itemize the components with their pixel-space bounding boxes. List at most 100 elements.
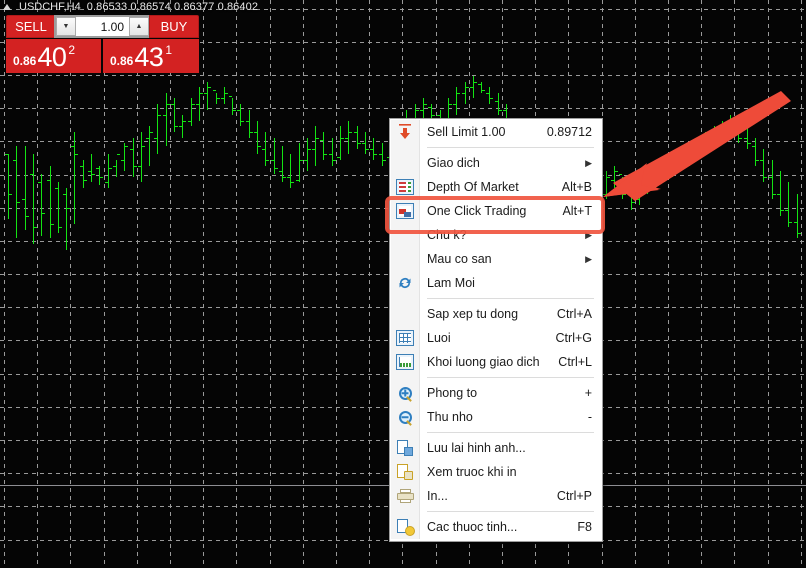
menu-item-lam-moi[interactable]: Lam Moi bbox=[390, 271, 602, 295]
volume-increment-button[interactable]: ▲ bbox=[129, 17, 149, 36]
ohlc-bar bbox=[473, 76, 474, 99]
menu-item-phong-to[interactable]: Phong to + bbox=[390, 381, 602, 405]
ohlc-bar bbox=[66, 188, 67, 250]
ohlc-open-tick bbox=[296, 179, 299, 181]
grid-line-vertical bbox=[369, 0, 370, 568]
menu-item-mau-co-san[interactable]: Mau co san ▶ bbox=[390, 247, 602, 271]
ohlc-close-tick bbox=[715, 132, 718, 133]
menu-item-khoi-luong-giao-dich[interactable]: Khoi luong giao dich Ctrl+L bbox=[390, 350, 602, 374]
chart-ohlc-values: 0.86533 0.86574 0.86377 0.86402 bbox=[86, 1, 259, 13]
ohlc-bar bbox=[182, 115, 183, 138]
print-preview-icon bbox=[395, 463, 415, 481]
menu-item-xem-truoc-khi-in[interactable]: Xem truoc khi in bbox=[390, 460, 602, 484]
menu-item-sap-xep-tu-dong[interactable]: Sap xep tu dong Ctrl+A bbox=[390, 302, 602, 326]
menu-item-label: Lam Moi bbox=[427, 276, 475, 290]
ohlc-bar bbox=[697, 137, 698, 160]
ohlc-bar bbox=[498, 92, 499, 116]
ohlc-bar bbox=[99, 165, 100, 186]
ohlc-open-tick bbox=[428, 106, 431, 108]
one-click-trading-panel[interactable]: SELL ▼ 1.00 ▲ BUY 0.86 40 2 0.86 43 1 bbox=[6, 15, 199, 73]
grid-line-vertical bbox=[236, 0, 237, 568]
ohlc-close-tick bbox=[424, 104, 427, 105]
buy-price-display[interactable]: 0.86 43 1 bbox=[103, 39, 199, 73]
menu-item-list: Sell Limit 1.00 0.89712 Giao dich ▶ Depth Of… bbox=[390, 120, 602, 539]
ohlc-close-tick bbox=[383, 160, 386, 161]
ohlc-close-tick bbox=[283, 176, 286, 178]
menu-item-shortcut: F8 bbox=[577, 520, 592, 534]
ohlc-bar bbox=[332, 137, 333, 166]
ohlc-open-tick bbox=[777, 193, 780, 195]
grid-line-vertical bbox=[37, 0, 38, 568]
ohlc-open-tick bbox=[362, 143, 365, 145]
menu-item-label: Phong to bbox=[427, 386, 478, 400]
ohlc-close-tick bbox=[341, 137, 344, 139]
ohlc-close-tick bbox=[374, 154, 377, 156]
sell-button[interactable]: SELL bbox=[6, 15, 56, 38]
menu-item-one-click-trading[interactable]: One Click Trading Alt+T bbox=[390, 199, 602, 223]
ohlc-open-tick bbox=[453, 104, 456, 105]
chart-context-menu[interactable]: Sell Limit 1.00 0.89712 Giao dich ▶ Depth Of… bbox=[389, 118, 603, 542]
volume-stepper[interactable]: ▼ 1.00 ▲ bbox=[54, 15, 151, 38]
ohlc-open-tick bbox=[38, 182, 41, 184]
grid-line-vertical bbox=[336, 0, 337, 568]
menu-item-luu-lai-hinh-anh[interactable]: Luu lai hinh anh... bbox=[390, 436, 602, 460]
ohlc-bar bbox=[116, 160, 117, 177]
ohlc-open-tick bbox=[154, 137, 157, 139]
ohlc-open-tick bbox=[603, 193, 606, 195]
ohlc-open-tick bbox=[254, 132, 257, 133]
menu-item-giao-dich[interactable]: Giao dich ▶ bbox=[390, 151, 602, 175]
ohlc-close-tick bbox=[200, 92, 203, 94]
ohlc-open-tick bbox=[611, 179, 614, 181]
volume-decrement-button[interactable]: ▼ bbox=[56, 17, 76, 36]
ohlc-open-tick bbox=[130, 148, 133, 150]
volume-input[interactable]: 1.00 bbox=[76, 17, 129, 36]
ohlc-open-tick bbox=[213, 90, 216, 91]
ohlc-bar bbox=[33, 154, 34, 244]
ohlc-bar bbox=[348, 120, 349, 155]
menu-item-chu-ky[interactable]: Chu k? ▶ bbox=[390, 223, 602, 247]
grid-line-vertical bbox=[4, 0, 5, 568]
menu-item-sell-limit[interactable]: Sell Limit 1.00 0.89712 bbox=[390, 120, 602, 144]
ohlc-open-tick bbox=[644, 182, 647, 184]
ohlc-close-tick bbox=[324, 154, 327, 156]
ohlc-open-tick bbox=[636, 199, 639, 201]
menu-item-luoi[interactable]: Luoi Ctrl+G bbox=[390, 326, 602, 350]
ohlc-close-tick bbox=[100, 176, 103, 178]
ohlc-bar bbox=[249, 109, 250, 138]
buy-price-prefix: 0.86 bbox=[110, 54, 134, 68]
menu-item-label: Thu nho bbox=[427, 410, 473, 424]
ohlc-bar bbox=[240, 104, 241, 127]
buy-button[interactable]: BUY bbox=[149, 15, 199, 38]
sell-price-display[interactable]: 0.86 40 2 bbox=[6, 39, 101, 73]
ohlc-close-tick bbox=[250, 132, 253, 133]
ohlc-open-tick bbox=[769, 176, 772, 178]
ohlc-close-tick bbox=[258, 146, 261, 147]
ohlc-bar bbox=[489, 87, 490, 104]
properties-icon bbox=[395, 518, 415, 536]
grid-line-vertical bbox=[170, 0, 171, 568]
menu-item-shortcut: Ctrl+P bbox=[556, 489, 592, 503]
grid-line-vertical bbox=[668, 0, 669, 568]
ohlc-open-tick bbox=[246, 120, 249, 122]
menu-item-cac-thuoc-tinh[interactable]: Cac thuoc tinh... F8 bbox=[390, 515, 602, 539]
ohlc-close-tick bbox=[17, 202, 20, 203]
sell-price-main: 40 bbox=[37, 42, 67, 72]
menu-item-depth-of-market[interactable]: Depth Of Market Alt+B bbox=[390, 175, 602, 199]
refresh-icon bbox=[395, 274, 415, 292]
grid-line-vertical bbox=[137, 0, 138, 568]
ohlc-close-tick bbox=[9, 193, 12, 195]
ohlc-close-tick bbox=[756, 160, 759, 161]
ohlc-bar bbox=[16, 146, 17, 239]
grid-line-vertical bbox=[303, 0, 304, 568]
ohlc-bar bbox=[41, 174, 42, 236]
ohlc-close-tick bbox=[665, 165, 668, 167]
grid-line-vertical bbox=[635, 0, 636, 568]
grid-line-vertical bbox=[104, 0, 105, 568]
ohlc-close-tick bbox=[457, 92, 460, 94]
ohlc-close-tick bbox=[34, 227, 37, 229]
menu-item-in[interactable]: In... Ctrl+P bbox=[390, 484, 602, 508]
ohlc-close-tick bbox=[333, 160, 336, 161]
menu-item-label: Cac thuoc tinh... bbox=[427, 520, 518, 534]
ohlc-open-tick bbox=[179, 126, 182, 128]
menu-item-thu-nho[interactable]: Thu nho - bbox=[390, 405, 602, 429]
